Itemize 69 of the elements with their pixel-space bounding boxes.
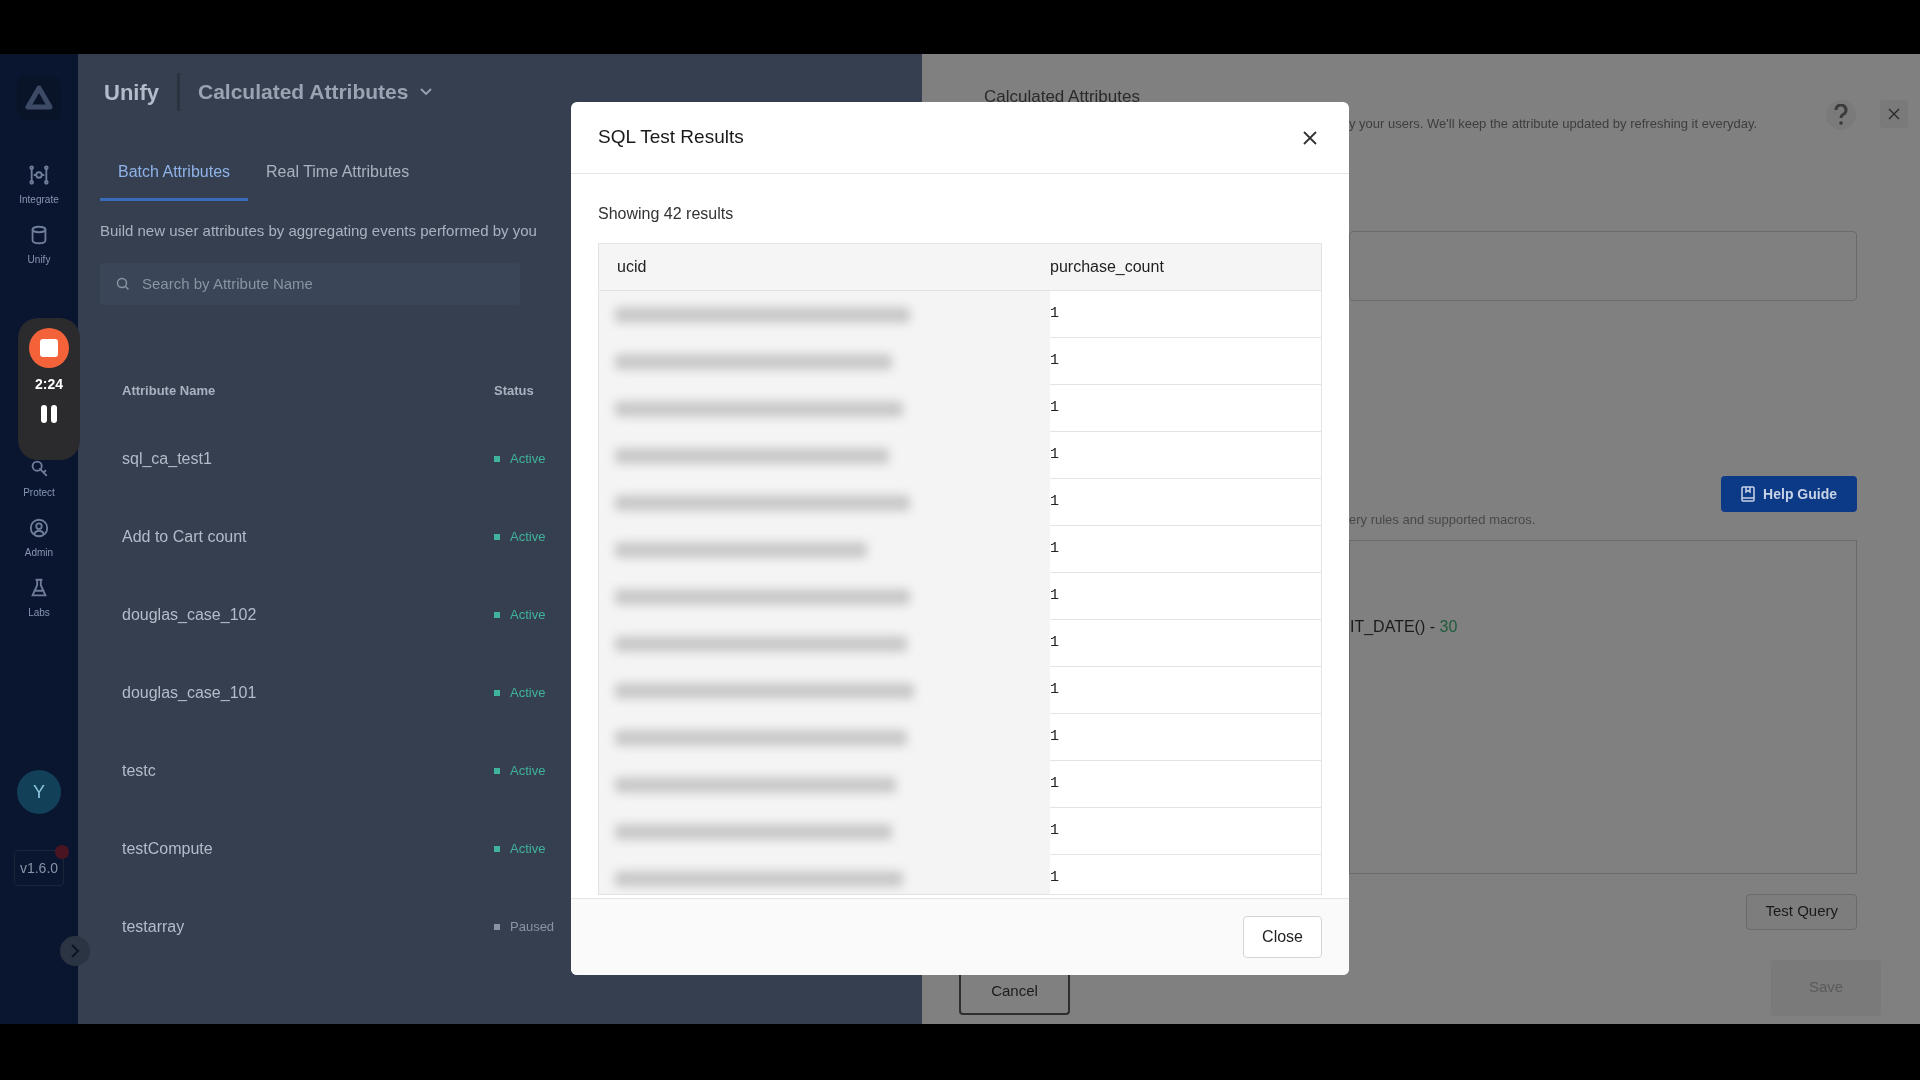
table-cell-text: 1 — [1050, 491, 1059, 512]
panel-description: y your users. We'll keep the attribute updated by refreshing it everyday. — [1349, 114, 1758, 133]
status-text: Active — [510, 840, 546, 859]
tab[interactable]: Real Time Attributes — [248, 158, 428, 201]
code-line: IT_DATE() - 30 — [1350, 616, 1459, 637]
table-cell-text: 1 — [1050, 679, 1059, 700]
status-text: Paused — [510, 918, 555, 937]
column-header: Attribute Name — [122, 381, 217, 400]
close-icon — [1888, 108, 1900, 120]
book-icon — [1741, 486, 1756, 502]
stop-icon — [40, 339, 58, 357]
section-dropdown[interactable]: Calculated Attributes — [198, 76, 433, 108]
table-cell-text: 1 — [1050, 303, 1059, 324]
help-icon — [1834, 104, 1848, 126]
logo-icon[interactable] — [25, 85, 53, 111]
status-text: Active — [510, 762, 546, 781]
attribute-name: douglas_case_102 — [122, 605, 258, 625]
attribute-name: sql_ca_test1 — [122, 449, 213, 469]
results-count: Showing 42 results — [598, 204, 735, 224]
status-text: Active — [510, 528, 546, 547]
notification-badge — [55, 845, 69, 859]
table-cell-text: 1 — [1050, 820, 1059, 841]
user-icon — [28, 517, 50, 539]
table-cell-text: 1 — [1050, 585, 1059, 606]
table-cell-text: 1 — [1050, 867, 1059, 888]
table-cell-text: 1 — [1050, 632, 1059, 653]
nav-item[interactable]: Admin — [24, 517, 54, 560]
status-text: Active — [510, 684, 546, 703]
stop-button[interactable] — [29, 328, 69, 368]
nav-item[interactable]: Protect — [23, 457, 55, 500]
test-query-button[interactable]: Test Query — [1746, 893, 1857, 930]
table-cell-text: 1 — [1050, 397, 1059, 418]
table-cell-text: 1 — [1050, 538, 1059, 559]
column-header: purchase_count — [1050, 257, 1164, 277]
help-button[interactable] — [1826, 100, 1856, 130]
app-title: Unify — [104, 78, 159, 107]
status-text: Active — [510, 606, 546, 625]
column-header: ucid — [616, 257, 648, 277]
description-text: Build new user attributes by aggregating events performed by you — [100, 221, 538, 241]
recording-time: 2:24 — [35, 375, 63, 394]
table-cell-text: 1 — [1050, 350, 1059, 371]
code-editor[interactable]: IT_DATE() - 30 — [1349, 539, 1857, 874]
search-field[interactable]: Search by Attribute Name — [100, 262, 520, 305]
table-cell-text: 1 — [1050, 773, 1059, 794]
network-icon — [28, 164, 50, 186]
attribute-name: testarray — [122, 917, 186, 937]
close-icon — [1303, 130, 1317, 145]
attribute-name: testCompute — [122, 839, 214, 859]
status-text: Active — [510, 450, 546, 469]
chevron-right-icon — [69, 944, 81, 958]
input-field[interactable] — [1349, 231, 1857, 301]
table-cell-text: 1 — [1050, 444, 1059, 465]
attribute-name: douglas_case_101 — [122, 683, 258, 703]
column-header: Status — [494, 381, 534, 400]
nav-item[interactable]: Unify — [27, 224, 51, 267]
panel-title: Calculated Attributes — [984, 86, 1141, 108]
help-guide-button[interactable]: Help Guide — [1721, 476, 1857, 512]
dialog-title: SQL Test Results — [598, 125, 744, 150]
hint-text: ery rules and supported macros. — [1349, 511, 1537, 529]
tab[interactable]: Batch Attributes — [100, 158, 249, 201]
table-cell-text: 1 — [1050, 726, 1059, 747]
pause-icon[interactable] — [41, 405, 57, 423]
caret-icon — [420, 88, 433, 96]
attribute-name: testc — [122, 761, 157, 781]
close-button[interactable]: Close — [1243, 916, 1322, 958]
nav-item[interactable]: Integrate — [19, 164, 59, 207]
avatar[interactable]: Y — [17, 770, 61, 814]
attribute-name: Add to Cart count — [122, 527, 248, 547]
nav-item[interactable]: Labs — [28, 577, 50, 620]
